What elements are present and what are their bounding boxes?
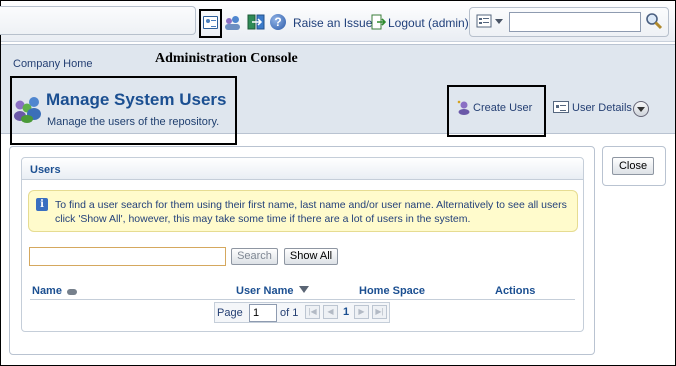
pager-page-label: Page — [217, 307, 243, 319]
column-header-name[interactable]: Name — [32, 285, 62, 297]
create-user-link[interactable]: Create User — [473, 102, 532, 114]
search-icon[interactable] — [645, 12, 663, 30]
logout-icon[interactable] — [371, 14, 386, 30]
global-search-input[interactable] — [509, 12, 641, 32]
last-page-icon[interactable]: ▶| — [372, 305, 387, 319]
admin-console-icon[interactable] — [203, 16, 218, 29]
user-details-link[interactable]: User Details — [572, 102, 632, 114]
search-button[interactable]: Search — [231, 248, 278, 265]
column-header-home-space[interactable]: Home Space — [359, 285, 425, 297]
toolbar-left-group — [0, 6, 196, 35]
page-title: Manage System Users — [46, 90, 227, 109]
logout-link[interactable]: Logout (admin) — [388, 16, 469, 30]
column-header-actions: Actions — [495, 285, 536, 297]
sort-descending-icon[interactable] — [299, 286, 309, 293]
column-header-user-name[interactable]: User Name — [236, 285, 293, 297]
raise-issue-link[interactable]: Raise an Issue — [293, 16, 372, 30]
user-search-input[interactable] — [29, 247, 226, 266]
user-profile-icon[interactable] — [225, 15, 240, 30]
pager-of-label: of 1 — [280, 307, 299, 319]
toggle-shelf-icon[interactable] — [247, 14, 265, 30]
info-message-text: To find a user search for them using the… — [55, 199, 567, 225]
users-panel-title: Users — [30, 164, 61, 176]
breadcrumb[interactable]: Company Home — [13, 58, 92, 70]
title-highlight — [10, 76, 237, 145]
first-page-icon[interactable]: |◀ — [305, 305, 320, 319]
user-details-icon[interactable] — [553, 101, 569, 113]
create-user-icon[interactable] — [457, 100, 471, 115]
previous-page-icon[interactable]: ◀ — [323, 305, 338, 319]
console-title: Administration Console — [155, 51, 298, 66]
show-all-button[interactable]: Show All — [284, 248, 338, 265]
pager-current-page: 1 — [343, 306, 350, 318]
sort-icon[interactable] — [67, 289, 77, 295]
pager-page-input[interactable] — [249, 304, 277, 322]
table-divider — [30, 299, 575, 300]
user-head-icon-part — [232, 16, 239, 23]
info-icon: i — [36, 198, 48, 211]
close-button[interactable]: Close — [612, 157, 654, 175]
search-options-icon[interactable] — [476, 13, 506, 30]
users-group-icon — [14, 97, 41, 123]
user-body-icon-part — [225, 24, 240, 30]
users-panel-header — [22, 158, 583, 180]
page-subtitle: Manage the users of the repository. — [47, 116, 220, 128]
chevron-down-icon[interactable] — [633, 101, 649, 117]
next-page-icon[interactable]: ▶ — [354, 305, 369, 319]
help-icon[interactable]: ? — [270, 14, 286, 30]
